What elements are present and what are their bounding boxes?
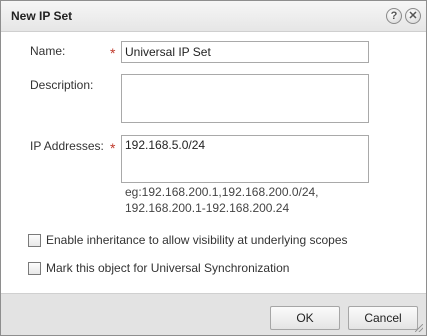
cancel-button[interactable]: Cancel	[348, 306, 418, 330]
dialog-title: New IP Set	[11, 9, 73, 23]
universal-sync-label: Mark this object for Universal Synchroni…	[46, 261, 290, 275]
inheritance-checkbox[interactable]	[28, 233, 41, 247]
inheritance-option[interactable]: Enable inheritance to allow visibility a…	[28, 233, 348, 247]
close-icon: ✕	[408, 9, 418, 22]
ip-hint-line-1: eg:192.168.200.1,192.168.200.0/24,	[125, 185, 319, 199]
ip-format-hint: eg:192.168.200.1,192.168.200.0/24, 192.1…	[125, 184, 319, 216]
ip-hint-line-2: 192.168.200.1-192.168.200.24	[125, 201, 290, 215]
name-required-mark: *	[110, 45, 116, 61]
help-button[interactable]: ?	[386, 8, 402, 24]
question-icon: ?	[390, 9, 398, 22]
dialog-titlebar[interactable]: New IP Set ? ✕	[1, 1, 426, 32]
description-label: Description:	[30, 78, 94, 92]
new-ip-set-dialog: New IP Set ? ✕ Name: * Description: IP A…	[0, 0, 427, 336]
ok-button[interactable]: OK	[270, 306, 340, 330]
inheritance-label: Enable inheritance to allow visibility a…	[46, 233, 348, 247]
resize-grip-icon[interactable]	[415, 324, 423, 332]
description-textarea[interactable]	[121, 74, 369, 123]
name-input[interactable]	[121, 41, 369, 63]
dialog-footer: OK Cancel	[1, 293, 426, 335]
close-button[interactable]: ✕	[405, 8, 421, 24]
ip-addresses-label: IP Addresses:	[30, 139, 104, 153]
universal-sync-checkbox[interactable]	[28, 261, 41, 275]
universal-sync-option[interactable]: Mark this object for Universal Synchroni…	[28, 261, 289, 275]
ip-addresses-textarea[interactable]: 192.168.5.0/24	[121, 135, 369, 183]
ip-required-mark: *	[110, 140, 116, 156]
name-label: Name:	[30, 44, 66, 58]
